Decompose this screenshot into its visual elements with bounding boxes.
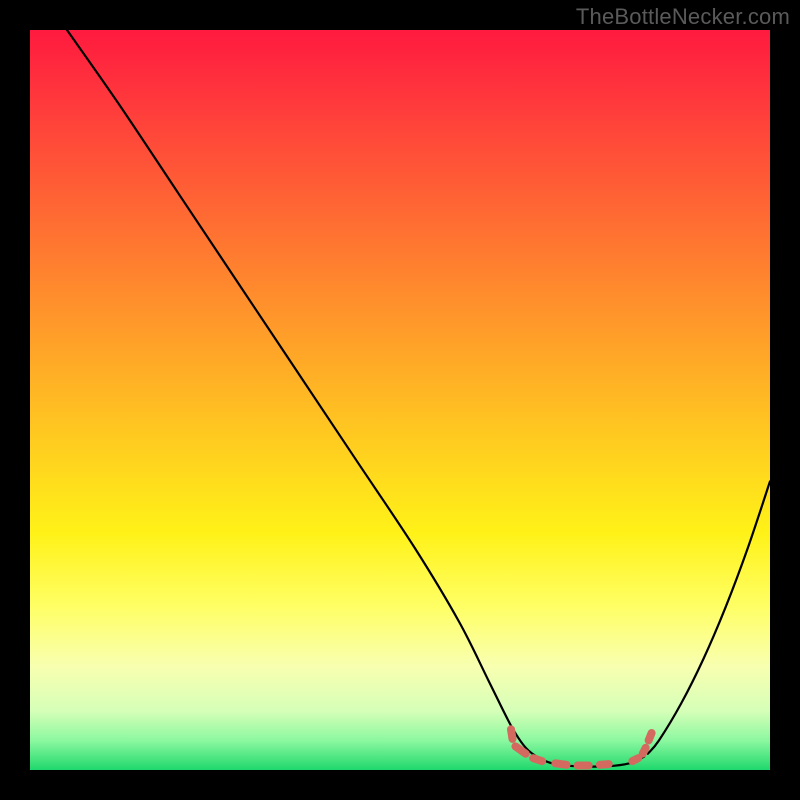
watermark-text: TheBottleNecker.com (576, 4, 790, 30)
trough-dash (511, 729, 512, 739)
gradient-background (30, 30, 770, 770)
trough-dash (555, 763, 566, 764)
trough-dash (632, 758, 638, 761)
trough-dash (649, 733, 652, 740)
chart-container: TheBottleNecker.com (0, 0, 800, 800)
trough-dash (533, 758, 542, 761)
trough-dash (643, 748, 646, 754)
trough-dash (600, 764, 609, 765)
chart-svg (30, 30, 770, 770)
plot-area (30, 30, 770, 770)
